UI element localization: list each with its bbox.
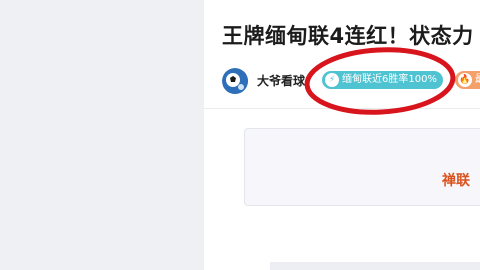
lightning-icon: ⚡ — [325, 73, 339, 87]
divider — [204, 108, 480, 109]
bottom-bar — [270, 262, 480, 270]
page: 王牌缅甸联4连红！状态力 大爷看球 ⚡ 缅甸联近6胜率100% 🔥 最 禅联 — [0, 0, 480, 270]
flame-icon: 🔥 — [458, 73, 472, 87]
author-name[interactable]: 大爷看球 — [257, 72, 305, 89]
hot-tag-label: 最 — [475, 74, 480, 85]
win-rate-tag[interactable]: ⚡ 缅甸联近6胜率100% — [322, 71, 443, 89]
preview-box[interactable] — [244, 128, 480, 206]
hot-tag[interactable]: 🔥 最 — [455, 71, 480, 89]
article-title: 王牌缅甸联4连红！状态力 — [222, 24, 474, 48]
author-row: 大爷看球 ⚡ 缅甸联近6胜率100% 🔥 最 — [222, 68, 480, 96]
preview-text: 禅联 — [442, 173, 470, 189]
win-rate-tag-label: 缅甸联近6胜率100% — [342, 74, 437, 85]
football-avatar-icon — [222, 68, 248, 94]
author-avatar[interactable] — [222, 68, 248, 94]
